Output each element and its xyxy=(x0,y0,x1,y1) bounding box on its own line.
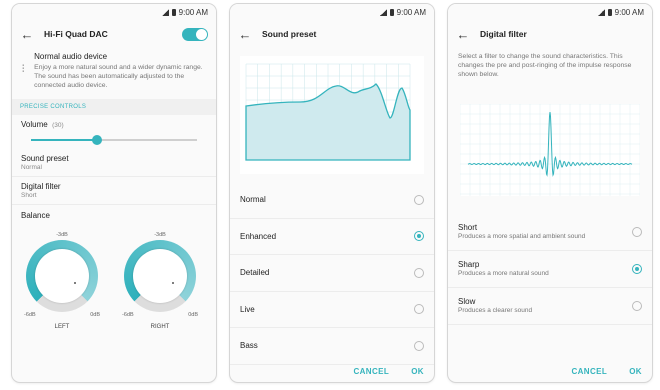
filter-options: Short Produces a more spatial and ambient… xyxy=(448,214,652,325)
title-bar: ← Digital filter xyxy=(448,20,652,48)
title-bar: ← Hi-Fi Quad DAC xyxy=(12,20,216,48)
title-bar: ← Sound preset xyxy=(230,20,434,48)
digital-filter-screen: 9:00 AM ← Digital filter Select a filter… xyxy=(448,4,652,382)
left-knob-max-label: 0dB xyxy=(90,311,100,318)
page-title: Hi-Fi Quad DAC xyxy=(44,29,108,39)
cancel-button[interactable]: CANCEL xyxy=(353,367,389,376)
status-time: 9:00 AM xyxy=(614,7,644,17)
filter-option-name: Short xyxy=(458,223,478,233)
radio-button[interactable] xyxy=(414,267,424,278)
preset-option[interactable]: Normal xyxy=(230,182,434,219)
right-knob-min-label: -6dB xyxy=(122,311,134,318)
section-header: PRECISE CONTROLS xyxy=(12,98,216,115)
filter-option-desc: Produces a more natural sound xyxy=(458,270,549,278)
radio-button[interactable] xyxy=(632,300,642,311)
page-title: Sound preset xyxy=(262,29,317,39)
back-arrow-icon[interactable]: ← xyxy=(20,27,34,42)
sound-preset-label: Sound preset xyxy=(21,153,69,163)
page-title: Digital filter xyxy=(480,29,527,39)
status-time: 9:00 AM xyxy=(396,7,426,17)
preset-option-label: Bass xyxy=(240,341,258,351)
volume-label: Volume xyxy=(21,119,48,129)
status-bar: 9:00 AM xyxy=(230,4,434,20)
preset-option[interactable]: Live xyxy=(230,292,434,328)
filter-description: Select a filter to change the sound char… xyxy=(458,53,632,79)
filter-option-name: Sharp xyxy=(458,260,480,270)
status-bar: 9:00 AM xyxy=(12,4,216,20)
preset-options: Normal Enhanced Detailed Live Bass xyxy=(230,182,434,365)
right-knob-top-label: -3dB xyxy=(154,231,166,238)
radio-button[interactable] xyxy=(414,340,424,351)
radio-button[interactable] xyxy=(414,231,424,242)
eq-curve-svg xyxy=(245,63,411,161)
volume-thumb[interactable] xyxy=(92,134,102,145)
dialog-actions: CANCEL OK xyxy=(353,367,424,376)
preset-option-label: Detailed xyxy=(240,268,270,278)
radio-button[interactable] xyxy=(414,304,424,315)
digital-filter-value: Short xyxy=(21,191,37,199)
ok-button[interactable]: OK xyxy=(629,367,642,376)
signal-icon xyxy=(161,8,169,16)
right-balance-knob[interactable]: -3dB -6dB 0dB RIGHT xyxy=(120,232,200,332)
sound-preset-value: Normal xyxy=(21,163,42,171)
filter-option[interactable]: Sharp Produces a more natural sound xyxy=(448,251,652,288)
digital-filter-label: Digital filter xyxy=(21,181,61,191)
right-knob-max-label: 0dB xyxy=(188,311,198,318)
hifi-dac-screen: 9:00 AM ← Hi-Fi Quad DAC ⫶ Normal audio … xyxy=(12,4,216,382)
balance-controls: -3dB -6dB 0dB LEFT -3dB -6dB 0dB RIGHT xyxy=(12,220,216,340)
signal-icon xyxy=(379,8,387,16)
left-balance-knob[interactable]: -3dB -6dB 0dB LEFT xyxy=(22,232,102,332)
eq-curve-graph xyxy=(240,56,424,174)
filter-option-desc: Produces a clearer sound xyxy=(458,307,533,315)
left-knob-top-label: -3dB xyxy=(56,231,68,238)
status-bar: 9:00 AM xyxy=(448,4,652,20)
impulse-response-graph xyxy=(460,103,640,196)
volume-value: (30) xyxy=(52,121,64,129)
left-knob-name: LEFT xyxy=(54,323,70,330)
impulse-svg xyxy=(460,103,640,196)
preset-option-label: Enhanced xyxy=(240,231,277,241)
preset-option[interactable]: Bass xyxy=(230,328,434,365)
radio-button[interactable] xyxy=(414,194,424,205)
back-arrow-icon[interactable]: ← xyxy=(456,27,470,42)
digital-filter-row[interactable]: Digital filter Short xyxy=(12,177,216,205)
sound-preset-row[interactable]: Sound preset Normal xyxy=(12,149,216,177)
volume-slider[interactable] xyxy=(21,133,207,147)
left-knob-min-label: -6dB xyxy=(24,311,36,318)
filter-option-name: Slow xyxy=(458,297,476,307)
battery-icon xyxy=(171,8,176,16)
preset-option[interactable]: Detailed xyxy=(230,255,434,292)
sound-preset-screen: 9:00 AM ← Sound preset Normal Enhanced Det… xyxy=(230,4,434,382)
dac-toggle[interactable] xyxy=(182,27,208,41)
volume-row: Volume (30) xyxy=(12,115,216,149)
preset-option[interactable]: Enhanced xyxy=(230,219,434,255)
device-info: ⫶ Normal audio device Enjoy a more natur… xyxy=(12,48,216,97)
device-info-desc: Enjoy a more natural sound and a wider d… xyxy=(34,64,203,90)
cancel-button[interactable]: CANCEL xyxy=(571,367,607,376)
signal-icon xyxy=(597,8,605,16)
preset-option-label: Normal xyxy=(240,195,266,205)
ok-button[interactable]: OK xyxy=(411,367,424,376)
battery-icon xyxy=(607,8,612,16)
right-knob-name: RIGHT xyxy=(150,323,170,330)
radio-button[interactable] xyxy=(632,226,642,237)
status-time: 9:00 AM xyxy=(178,7,208,17)
eq-curve xyxy=(245,83,411,161)
filter-option[interactable]: Slow Produces a clearer sound xyxy=(448,288,652,325)
back-arrow-icon[interactable]: ← xyxy=(238,27,252,42)
preset-option-label: Live xyxy=(240,304,255,314)
device-info-title: Normal audio device xyxy=(34,52,108,61)
equalizer-icon: ⫶ xyxy=(21,64,25,75)
dialog-actions: CANCEL OK xyxy=(571,367,642,376)
radio-button[interactable] xyxy=(632,263,642,274)
balance-label: Balance xyxy=(21,210,50,220)
battery-icon xyxy=(389,8,394,16)
filter-option-desc: Produces a more spatial and ambient soun… xyxy=(458,233,586,241)
filter-option[interactable]: Short Produces a more spatial and ambient… xyxy=(448,214,652,251)
